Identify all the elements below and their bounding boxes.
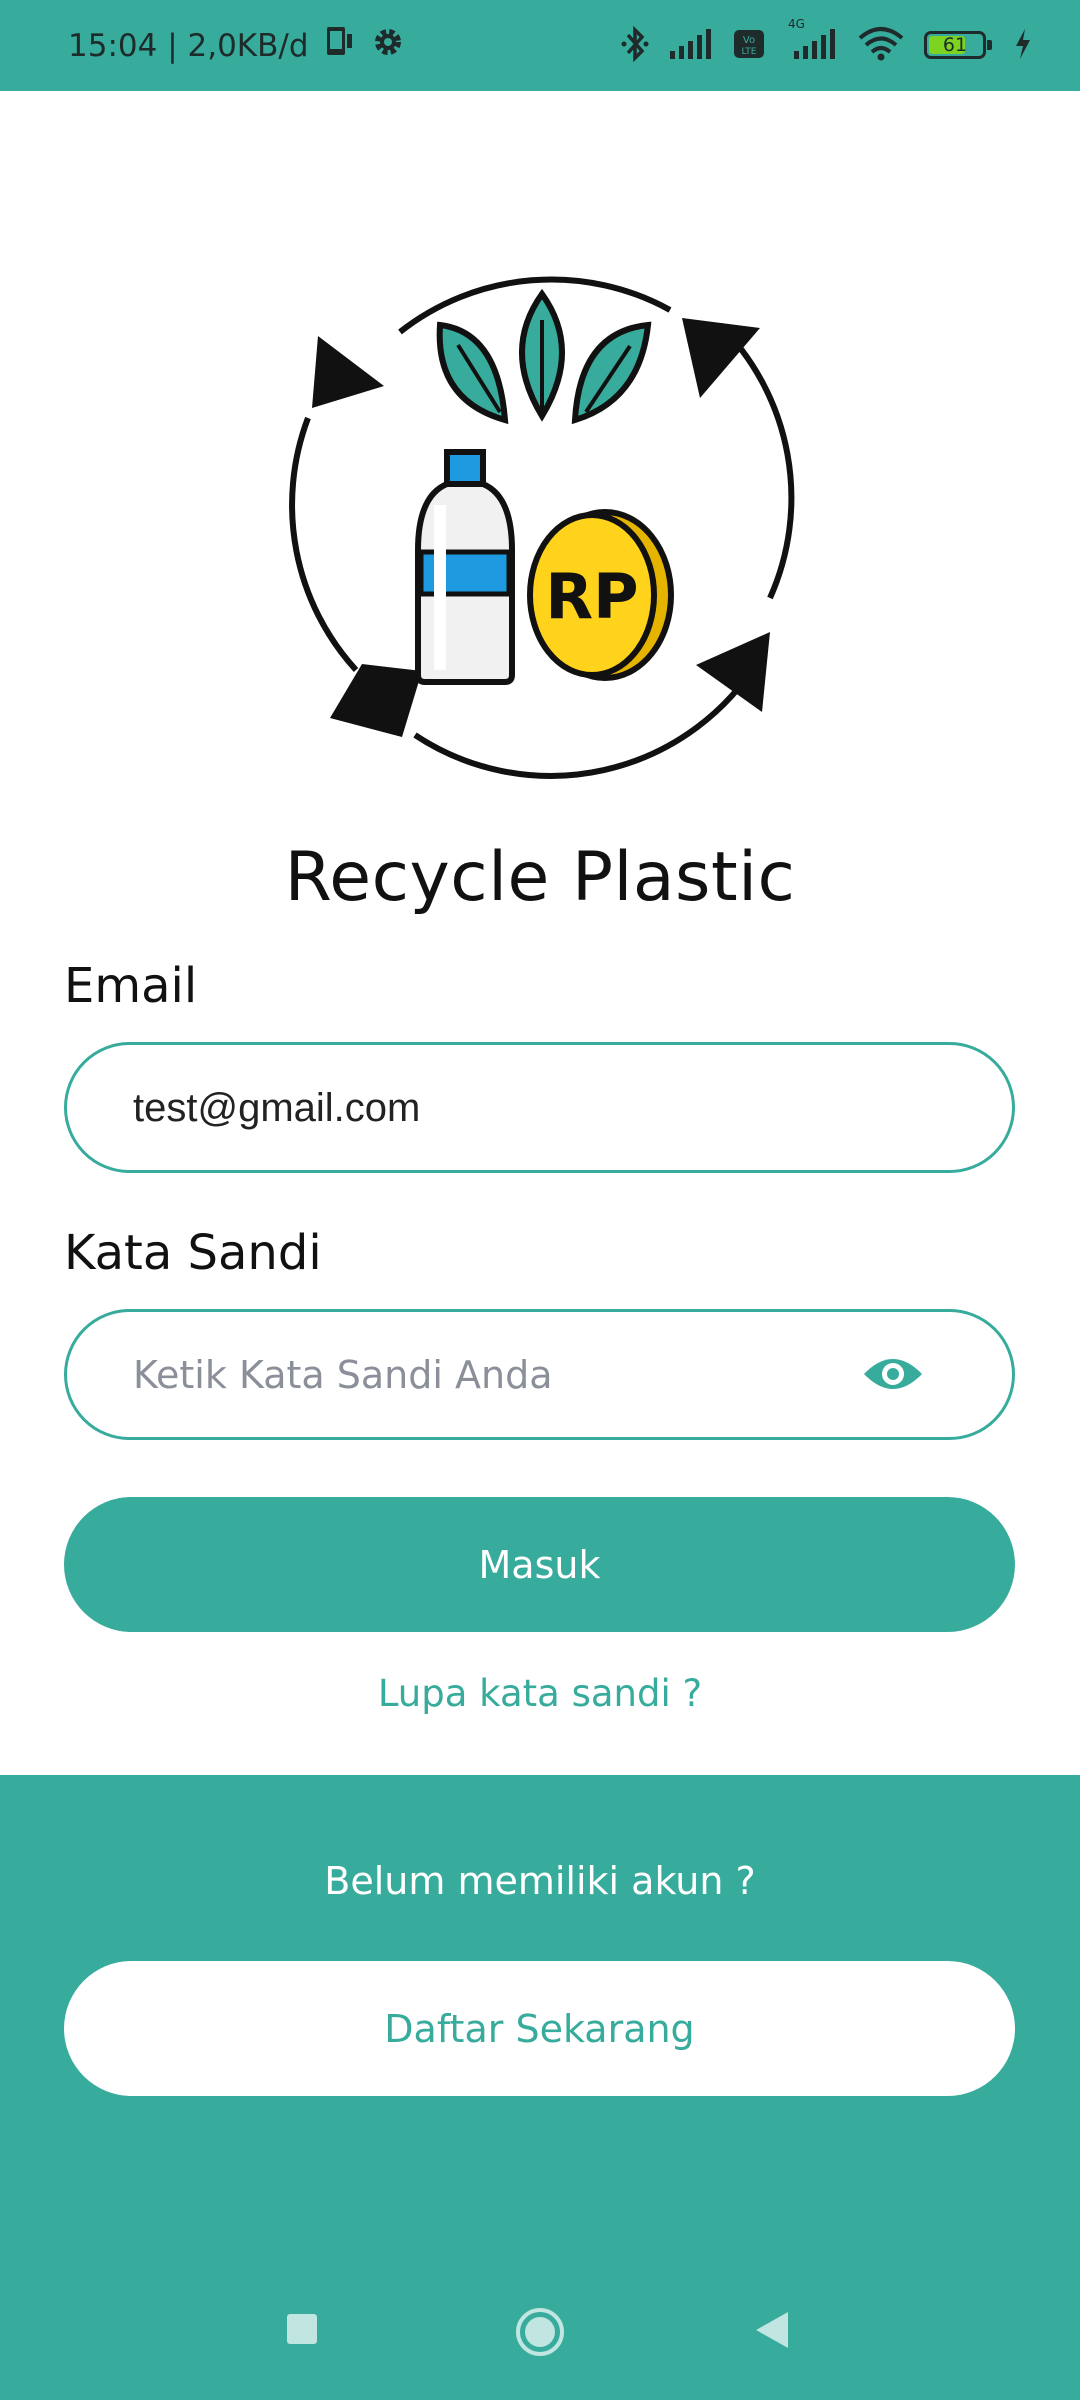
password-label: Kata Sandi <box>64 1225 322 1281</box>
password-field[interactable] <box>64 1309 1015 1440</box>
recents-nav-icon[interactable] <box>285 2312 319 2350</box>
signal-icon <box>668 27 714 65</box>
no-account-text: Belum memiliki akun ? <box>324 1859 756 1903</box>
back-nav-icon[interactable] <box>754 2310 790 2354</box>
forgot-password-link[interactable]: Lupa kata sandi ? <box>0 1672 1080 1715</box>
eye-icon[interactable] <box>862 1350 924 1398</box>
status-right: Vo LTE 4G 61 <box>620 17 1032 67</box>
password-input[interactable] <box>131 1312 895 1439</box>
settings-icon <box>371 25 405 67</box>
volte-icon: Vo LTE <box>732 27 766 65</box>
status-bar: 15:04 | 2,0KB/d Vo LTE 4G 61 <box>0 0 1080 91</box>
signal-4g-icon: 4G <box>784 17 838 65</box>
bluetooth-icon <box>620 25 650 67</box>
status-left: 15:04 | 2,0KB/d <box>68 24 405 68</box>
charging-icon <box>1014 27 1032 65</box>
svg-text:Vo: Vo <box>743 35 755 46</box>
home-nav-icon[interactable] <box>514 2306 566 2362</box>
coin-label: RP <box>545 560 638 633</box>
email-input[interactable] <box>131 1045 895 1172</box>
login-button[interactable]: Masuk <box>64 1497 1015 1632</box>
phone-icon <box>323 24 357 68</box>
app-logo: RP <box>270 250 810 790</box>
svg-text:LTE: LTE <box>742 47 757 57</box>
status-time: 15:04 | 2,0KB/d <box>68 27 309 64</box>
email-field[interactable] <box>64 1042 1015 1173</box>
network-type-label: 4G <box>788 16 805 31</box>
battery-icon: 61 <box>924 29 996 63</box>
battery-level: 61 <box>942 33 968 56</box>
wifi-icon <box>856 26 906 66</box>
register-button[interactable]: Daftar Sekarang <box>64 1961 1015 2096</box>
system-nav-bar <box>0 2270 1080 2400</box>
app-title: Recycle Plastic <box>284 838 796 917</box>
email-label: Email <box>64 958 198 1014</box>
